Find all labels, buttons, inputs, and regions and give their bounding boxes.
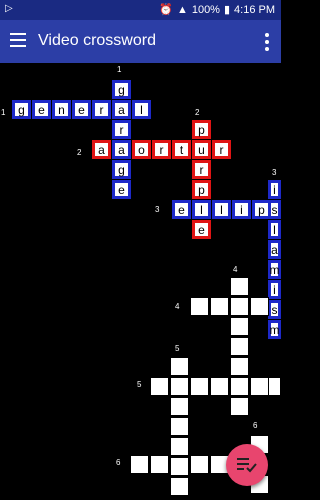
clue-number: 5 bbox=[137, 380, 142, 389]
crossword-cell[interactable] bbox=[150, 455, 169, 474]
crossword-cell[interactable]: e bbox=[112, 180, 131, 199]
menu-icon[interactable] bbox=[10, 33, 26, 47]
crossword-cell[interactable]: n bbox=[52, 100, 71, 119]
crossword-grid: 1 1 2 2 3 3 4 4 5 5 6 6 g a r a g e g e … bbox=[0, 63, 281, 500]
check-answers-button[interactable] bbox=[226, 444, 268, 486]
clue-number: 1 bbox=[1, 108, 6, 117]
crossword-cell[interactable]: r bbox=[92, 100, 111, 119]
crossword-cell[interactable] bbox=[210, 377, 229, 396]
battery-label: 100% bbox=[191, 3, 220, 16]
crossword-cell[interactable]: a bbox=[112, 140, 131, 159]
crossword-cell[interactable] bbox=[130, 455, 149, 474]
crossword-cell[interactable]: p bbox=[192, 120, 211, 139]
crossword-cell[interactable]: m bbox=[268, 260, 281, 279]
crossword-cell[interactable]: g bbox=[12, 100, 31, 119]
crossword-cell[interactable] bbox=[230, 277, 249, 296]
status-bar: ▷ ⏰ ▲ 100% ▮ 4:16 PM bbox=[0, 0, 281, 20]
crossword-cell[interactable]: g bbox=[112, 80, 131, 99]
crossword-cell[interactable]: a bbox=[268, 240, 281, 259]
crossword-cell[interactable]: a bbox=[112, 100, 131, 119]
crossword-cell[interactable] bbox=[250, 297, 269, 316]
crossword-cell[interactable]: e bbox=[72, 100, 91, 119]
crossword-cell[interactable]: g bbox=[112, 160, 131, 179]
crossword-cell[interactable]: p bbox=[192, 180, 211, 199]
crossword-cell[interactable] bbox=[230, 337, 249, 356]
clue-number: 3 bbox=[155, 205, 160, 214]
clue-number: 5 bbox=[175, 344, 180, 353]
crossword-cell[interactable]: s bbox=[268, 300, 281, 319]
crossword-cell[interactable] bbox=[230, 397, 249, 416]
clue-number: 3 bbox=[272, 168, 277, 177]
crossword-cell[interactable] bbox=[170, 397, 189, 416]
crossword-cell[interactable] bbox=[190, 297, 209, 316]
battery-icon: ▮ bbox=[223, 4, 231, 16]
crossword-cell[interactable]: i bbox=[232, 200, 251, 219]
more-options-icon[interactable] bbox=[265, 33, 269, 54]
crossword-cell[interactable] bbox=[268, 377, 281, 396]
crossword-cell[interactable]: i bbox=[268, 280, 281, 299]
crossword-cell[interactable] bbox=[210, 297, 229, 316]
crossword-cell[interactable]: e bbox=[192, 220, 211, 239]
list-check-icon bbox=[237, 458, 257, 473]
crossword-cell[interactable]: l bbox=[268, 220, 281, 239]
clue-number: 4 bbox=[233, 265, 238, 274]
crossword-cell[interactable]: a bbox=[92, 140, 111, 159]
crossword-cell[interactable] bbox=[230, 297, 249, 316]
crossword-cell[interactable]: r bbox=[112, 120, 131, 139]
play-icon: ▷ bbox=[5, 3, 13, 14]
clue-number: 4 bbox=[175, 302, 180, 311]
crossword-cell[interactable] bbox=[170, 377, 189, 396]
clue-number: 1 bbox=[117, 65, 122, 74]
crossword-cell[interactable]: r bbox=[152, 140, 171, 159]
clue-number: 2 bbox=[195, 108, 200, 117]
crossword-cell[interactable]: u bbox=[192, 140, 211, 159]
crossword-cell[interactable] bbox=[250, 377, 269, 396]
crossword-cell[interactable] bbox=[170, 417, 189, 436]
clue-number: 2 bbox=[77, 148, 82, 157]
crossword-cell[interactable]: e bbox=[32, 100, 51, 119]
crossword-cell[interactable] bbox=[190, 455, 209, 474]
signal-icon: ▲ bbox=[176, 3, 188, 16]
crossword-cell[interactable] bbox=[170, 437, 189, 456]
time: 4:16 PM bbox=[234, 3, 275, 16]
crossword-cell[interactable]: r bbox=[192, 160, 211, 179]
crossword-cell[interactable]: r bbox=[212, 140, 231, 159]
clue-number: 6 bbox=[116, 458, 121, 467]
clue-number: 6 bbox=[253, 421, 258, 430]
crossword-cell[interactable] bbox=[190, 377, 209, 396]
crossword-cell[interactable] bbox=[230, 357, 249, 376]
crossword-cell[interactable] bbox=[170, 357, 189, 376]
crossword-cell[interactable] bbox=[230, 377, 249, 396]
crossword-cell[interactable]: i bbox=[268, 180, 281, 199]
crossword-cell[interactable]: e bbox=[172, 200, 191, 219]
crossword-cell[interactable]: s bbox=[268, 200, 281, 219]
alarm-icon: ⏰ bbox=[159, 4, 173, 16]
crossword-cell[interactable]: l bbox=[212, 200, 231, 219]
page-title: Video crossword bbox=[38, 32, 156, 49]
crossword-cell[interactable] bbox=[170, 457, 189, 476]
crossword-cell[interactable]: l bbox=[192, 200, 211, 219]
crossword-cell[interactable]: m bbox=[268, 320, 281, 339]
crossword-cell[interactable]: t bbox=[172, 140, 191, 159]
crossword-cell[interactable]: l bbox=[132, 100, 151, 119]
crossword-cell[interactable]: o bbox=[132, 140, 151, 159]
crossword-cell[interactable] bbox=[170, 477, 189, 496]
app-bar: Video crossword bbox=[0, 20, 281, 63]
crossword-cell[interactable] bbox=[150, 377, 169, 396]
crossword-cell[interactable] bbox=[230, 317, 249, 336]
